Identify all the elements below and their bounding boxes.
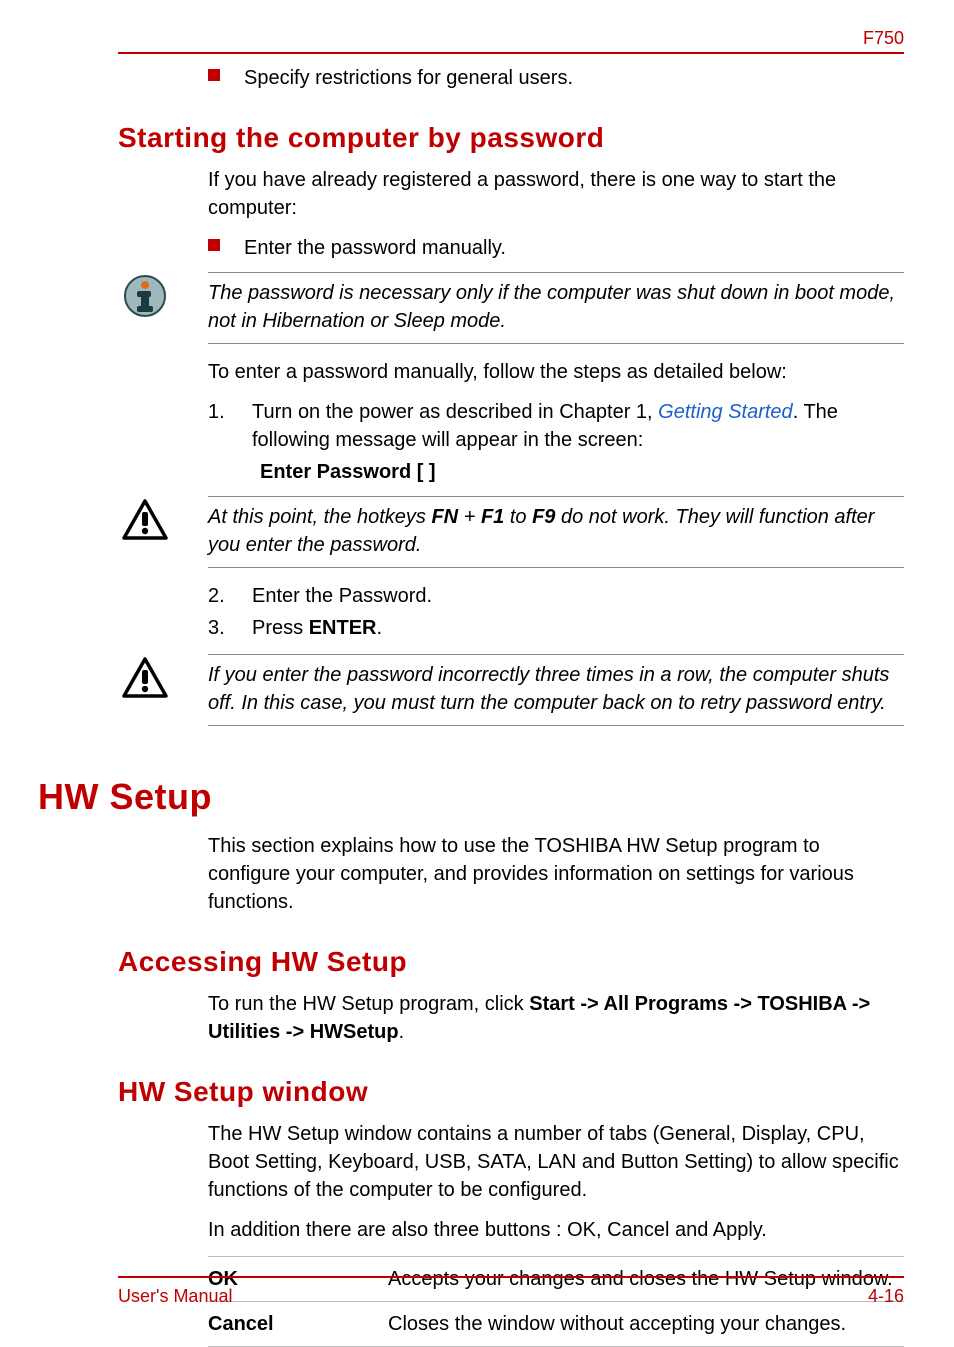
step-body: Press ENTER. bbox=[252, 614, 904, 642]
para-access: To run the HW Setup program, click Start… bbox=[208, 990, 904, 1046]
para-intro: If you have already registered a passwor… bbox=[208, 166, 904, 222]
footer-left: User's Manual bbox=[118, 1286, 232, 1307]
note-info: The password is necessary only if the co… bbox=[118, 272, 904, 344]
footer-page-number: 4-16 bbox=[868, 1286, 904, 1307]
getting-started-link[interactable]: Getting Started bbox=[658, 401, 793, 423]
row-label: Cancel bbox=[208, 1310, 388, 1338]
step-number: 2. bbox=[208, 582, 252, 610]
caution-icon bbox=[118, 498, 172, 542]
header-model: F750 bbox=[863, 28, 904, 49]
note2-plus: + bbox=[458, 506, 481, 528]
step-number: 1. bbox=[208, 398, 252, 454]
caution-icon bbox=[118, 656, 172, 700]
note-text: If you enter the password incorrectly th… bbox=[208, 654, 904, 726]
heading-accessing-hw: Accessing HW Setup bbox=[118, 946, 904, 978]
bullet-text: Enter the password manually. bbox=[244, 234, 506, 262]
step-body: Turn on the power as described in Chapte… bbox=[252, 398, 904, 454]
note-text: At this point, the hotkeys FN + F1 to F9… bbox=[208, 496, 904, 568]
step-3: 3. Press ENTER. bbox=[208, 614, 904, 642]
heading-hw-setup: HW Setup bbox=[38, 776, 904, 818]
step-body: Enter the Password. bbox=[252, 582, 904, 610]
row-desc: Closes the window without accepting your… bbox=[388, 1310, 904, 1338]
access-post: . bbox=[399, 1021, 405, 1043]
note-caution: At this point, the hotkeys FN + F1 to F9… bbox=[118, 496, 904, 568]
table-row: Cancel Closes the window without accepti… bbox=[208, 1302, 904, 1347]
enter-password-prompt: Enter Password [ ] bbox=[260, 458, 904, 486]
step3-pre: Press bbox=[252, 617, 309, 639]
note2-pre: At this point, the hotkeys bbox=[208, 506, 431, 528]
bullet-item: Specify restrictions for general users. bbox=[208, 64, 904, 92]
note2-f9: F9 bbox=[532, 506, 555, 528]
heading-hw-window: HW Setup window bbox=[118, 1076, 904, 1108]
info-icon bbox=[118, 274, 172, 318]
heading-start-password: Starting the computer by password bbox=[118, 122, 904, 154]
note2-fn: FN bbox=[431, 506, 458, 528]
page-content: Specify restrictions for general users. … bbox=[118, 64, 904, 1347]
para-window1: The HW Setup window contains a number of… bbox=[208, 1120, 904, 1204]
para-hw-intro: This section explains how to use the TOS… bbox=[208, 832, 904, 916]
bullet-item: Enter the password manually. bbox=[208, 234, 904, 262]
enter-password-text: Enter Password [ ] bbox=[260, 461, 436, 483]
note2-to: to bbox=[504, 506, 532, 528]
step-2: 2. Enter the Password. bbox=[208, 582, 904, 610]
bullet-icon bbox=[208, 69, 220, 81]
note2-f1: F1 bbox=[481, 506, 504, 528]
step3-enter: ENTER bbox=[309, 617, 377, 639]
note-caution: If you enter the password incorrectly th… bbox=[118, 654, 904, 726]
step1-pre: Turn on the power as described in Chapte… bbox=[252, 401, 658, 423]
header-rule bbox=[118, 52, 904, 54]
bullet-icon bbox=[208, 239, 220, 251]
bullet-text: Specify restrictions for general users. bbox=[244, 64, 573, 92]
step-1: 1. Turn on the power as described in Cha… bbox=[208, 398, 904, 454]
para-steps-intro: To enter a password manually, follow the… bbox=[208, 358, 904, 386]
note-text: The password is necessary only if the co… bbox=[208, 272, 904, 344]
para-window2: In addition there are also three buttons… bbox=[208, 1216, 904, 1244]
access-pre: To run the HW Setup program, click bbox=[208, 993, 529, 1015]
step-number: 3. bbox=[208, 614, 252, 642]
page-footer: User's Manual 4-16 bbox=[118, 1276, 904, 1307]
footer-rule bbox=[118, 1276, 904, 1278]
step3-post: . bbox=[376, 617, 382, 639]
